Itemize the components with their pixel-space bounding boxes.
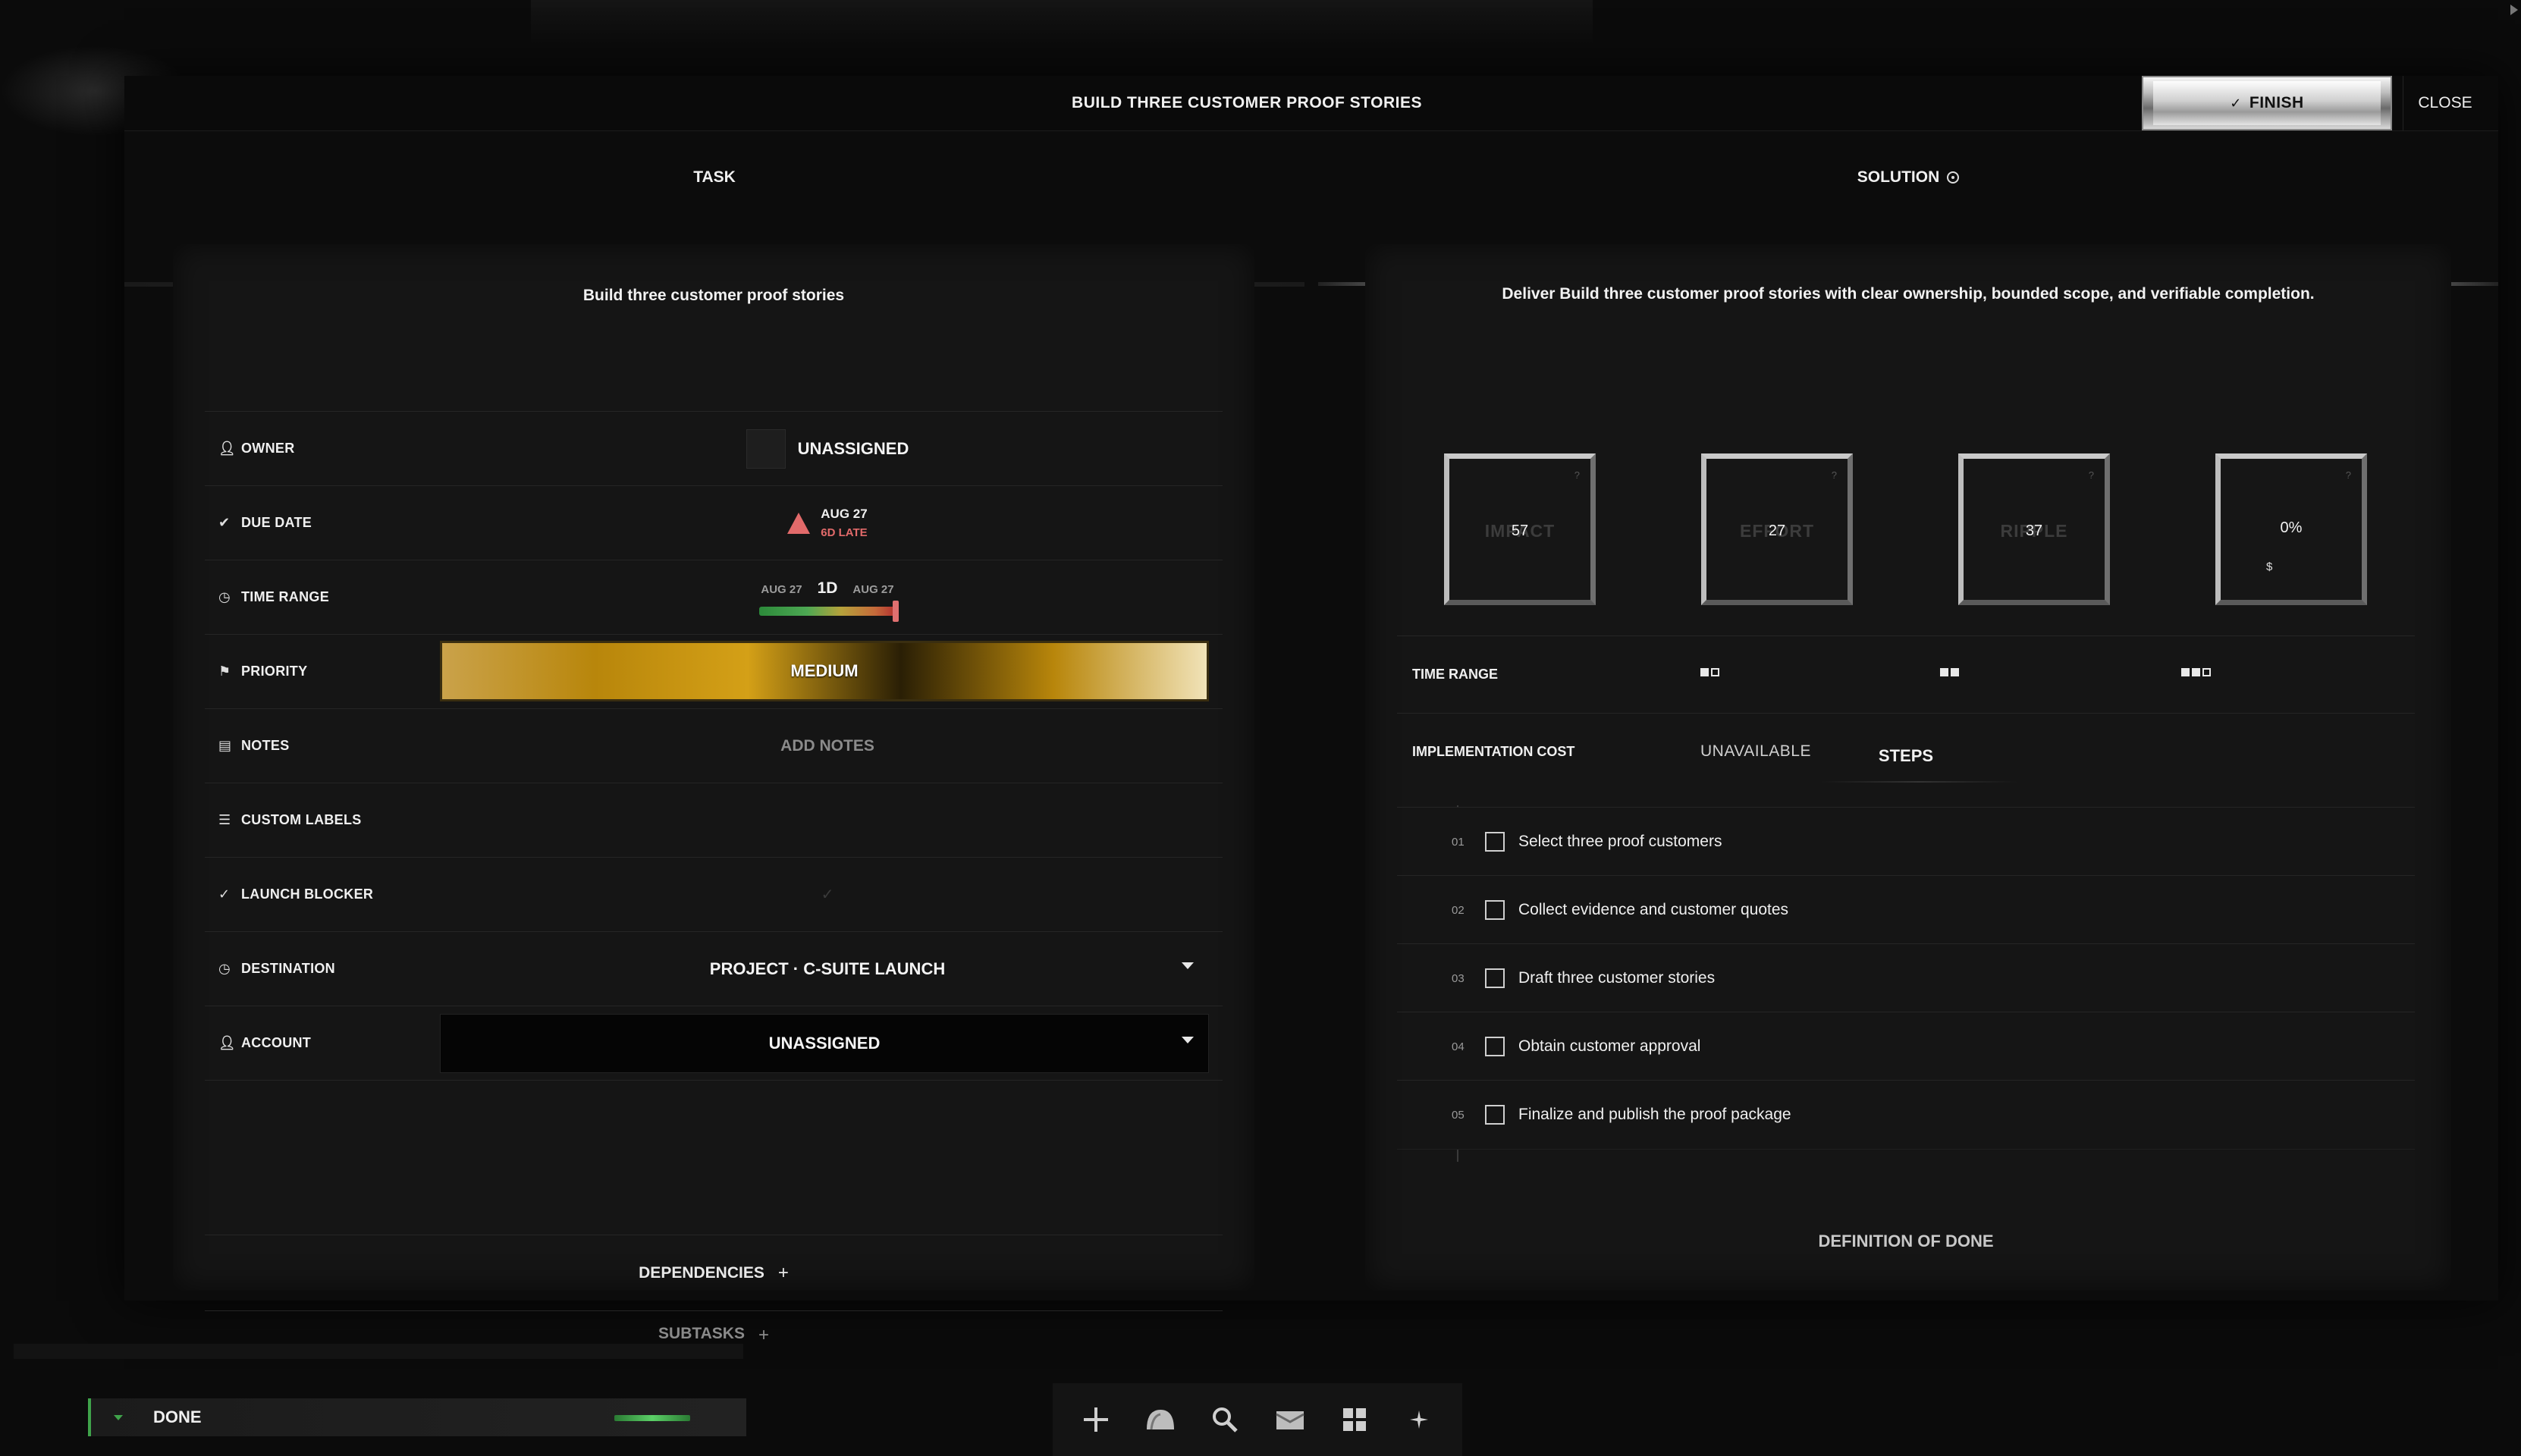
chevron-down-icon[interactable]: [114, 1414, 123, 1420]
owner-field[interactable]: UNASSIGNED: [432, 412, 1223, 485]
step-checkbox[interactable]: [1485, 968, 1505, 988]
time-range-row: TIME RANGE: [1397, 635, 2415, 712]
dependencies-section[interactable]: DEPENDENCIES +: [205, 1235, 1223, 1311]
launch-blocker-row: ✓ LAUNCH BLOCKER ✓: [205, 857, 1223, 931]
step-checkbox[interactable]: [1485, 1105, 1505, 1125]
corner-arrow-icon[interactable]: [2510, 5, 2518, 15]
person-icon: 👤︎: [218, 441, 237, 456]
plus-icon[interactable]: +: [778, 1263, 789, 1284]
step-item: 04 Obtain customer approval: [1397, 1012, 2415, 1081]
solution-heading: Deliver Build three customer proof stori…: [1502, 285, 2315, 303]
modal-titlebar: BUILD THREE CUSTOMER PROOF STORIES ✓ FIN…: [124, 76, 2498, 131]
note-icon: ▤: [218, 738, 232, 753]
impact-metric[interactable]: ? IMPACT 57: [1444, 453, 1596, 605]
late-badge: 6D LATE: [821, 526, 868, 539]
time-range-option-medium[interactable]: [1940, 668, 1961, 676]
time-range-field[interactable]: AUG 27 1D AUG 27: [432, 560, 1223, 634]
bottom-dock: [1053, 1383, 1462, 1456]
finish-button[interactable]: ✓ FINISH: [2142, 76, 2392, 130]
step-item: 05 Finalize and publish the proof packag…: [1397, 1080, 2415, 1150]
definition-of-done-heading[interactable]: DEFINITION OF DONE: [1397, 1232, 2415, 1251]
task-modal: BUILD THREE CUSTOMER PROOF STORIES ✓ FIN…: [124, 76, 2498, 1345]
custom-labels-field[interactable]: [432, 783, 1223, 857]
tab-task-label: TASK: [693, 168, 736, 186]
background-blur: [531, 0, 1593, 46]
plus-icon[interactable]: [1073, 1397, 1119, 1442]
help-icon[interactable]: ?: [2089, 469, 2094, 481]
plus-icon[interactable]: +: [758, 1325, 769, 1346]
account-row: 👤︎ ACCOUNT UNASSIGNED: [205, 1006, 1223, 1081]
info-icon[interactable]: [1947, 171, 1960, 184]
custom-labels-row: ☰ CUSTOM LABELS: [205, 783, 1223, 857]
account-dropdown[interactable]: UNASSIGNED: [440, 1014, 1209, 1073]
finish-label: FINISH: [2249, 94, 2304, 111]
step-item: 01 Select three proof customers: [1397, 807, 2415, 876]
cards-icon[interactable]: [1267, 1397, 1313, 1442]
sparkle-icon[interactable]: [1396, 1397, 1442, 1442]
time-range-option-long[interactable]: [2181, 668, 2213, 676]
help-icon[interactable]: ?: [1574, 469, 1580, 481]
time-range-row: ◷ TIME RANGE AUG 27 1D AUG 27: [205, 560, 1223, 634]
priority-selector[interactable]: MEDIUM: [440, 641, 1209, 701]
search-icon[interactable]: [1202, 1397, 1248, 1442]
time-range-option-short[interactable]: [1700, 668, 1722, 676]
priority-row: ⚑ PRIORITY MEDIUM: [205, 634, 1223, 708]
due-date-field[interactable]: AUG 27 6D LATE: [432, 486, 1223, 560]
progress-bar: [614, 1415, 690, 1421]
clock-icon: ◷: [218, 961, 231, 976]
step-checkbox[interactable]: [1485, 1037, 1505, 1056]
warning-icon: [787, 512, 811, 534]
grid-icon[interactable]: [1332, 1397, 1377, 1442]
owner-row: 👤︎ OWNER UNASSIGNED: [205, 411, 1223, 485]
check-icon: ✓: [218, 886, 231, 902]
notes-field[interactable]: ADD NOTES: [432, 709, 1223, 783]
close-button[interactable]: CLOSE: [2403, 76, 2487, 130]
effort-metric[interactable]: ? EFFORT 27: [1701, 453, 1853, 605]
step-item: 03 Draft three customer stories: [1397, 943, 2415, 1012]
step-item: 02 Collect evidence and customer quotes: [1397, 875, 2415, 944]
launch-blocker-toggle[interactable]: ✓: [432, 858, 1223, 931]
task-panel: Build three customer proof stories 👤︎ OWN…: [173, 244, 1254, 1345]
time-range-slider[interactable]: [759, 600, 899, 622]
solution-panel: Deliver Build three customer proof stori…: [1365, 244, 2451, 1291]
flag-icon: ⚑: [218, 664, 231, 679]
done-column-header[interactable]: DONE: [88, 1398, 746, 1436]
help-icon[interactable]: ?: [2346, 469, 2351, 481]
notes-row: ▤ NOTES ADD NOTES: [205, 708, 1223, 783]
chevron-down-icon[interactable]: [1182, 962, 1194, 969]
dome-icon[interactable]: [1138, 1397, 1183, 1442]
task-heading: Build three customer proof stories: [582, 287, 845, 304]
calendar-check-icon: ✔: [218, 515, 231, 530]
chevron-down-icon[interactable]: [1182, 1037, 1194, 1043]
destination-row: ◷ DESTINATION PROJECT · C-SUITE LAUNCH: [205, 931, 1223, 1006]
steps-heading: STEPS: [1878, 746, 1934, 765]
background-strip: [14, 1344, 743, 1359]
due-date-row: ✔ DUE DATE AUG 27 6D LATE: [205, 485, 1223, 560]
step-checkbox[interactable]: [1485, 900, 1505, 920]
task-fields: 👤︎ OWNER UNASSIGNED ✔ DUE DATE AUG 27 6D L…: [205, 411, 1223, 1081]
slider-handle[interactable]: [893, 600, 899, 622]
help-icon[interactable]: ?: [1832, 469, 1837, 481]
avatar: [746, 428, 786, 469]
list-icon: ☰: [218, 812, 231, 827]
tab-solution-label: SOLUTION: [1857, 168, 1940, 186]
ripple-metric[interactable]: ? RIPPLE 37: [1958, 453, 2110, 605]
clock-icon: ◷: [218, 589, 231, 604]
person-icon: 👤︎: [218, 1035, 237, 1050]
step-checkbox[interactable]: [1485, 832, 1505, 852]
check-icon: ✓: [2230, 95, 2242, 111]
modal-title: BUILD THREE CUSTOMER PROOF STORIES: [1072, 94, 1422, 111]
cost-metric[interactable]: ? 0% $: [2215, 453, 2367, 605]
destination-dropdown[interactable]: PROJECT · C-SUITE LAUNCH: [432, 932, 1223, 1006]
